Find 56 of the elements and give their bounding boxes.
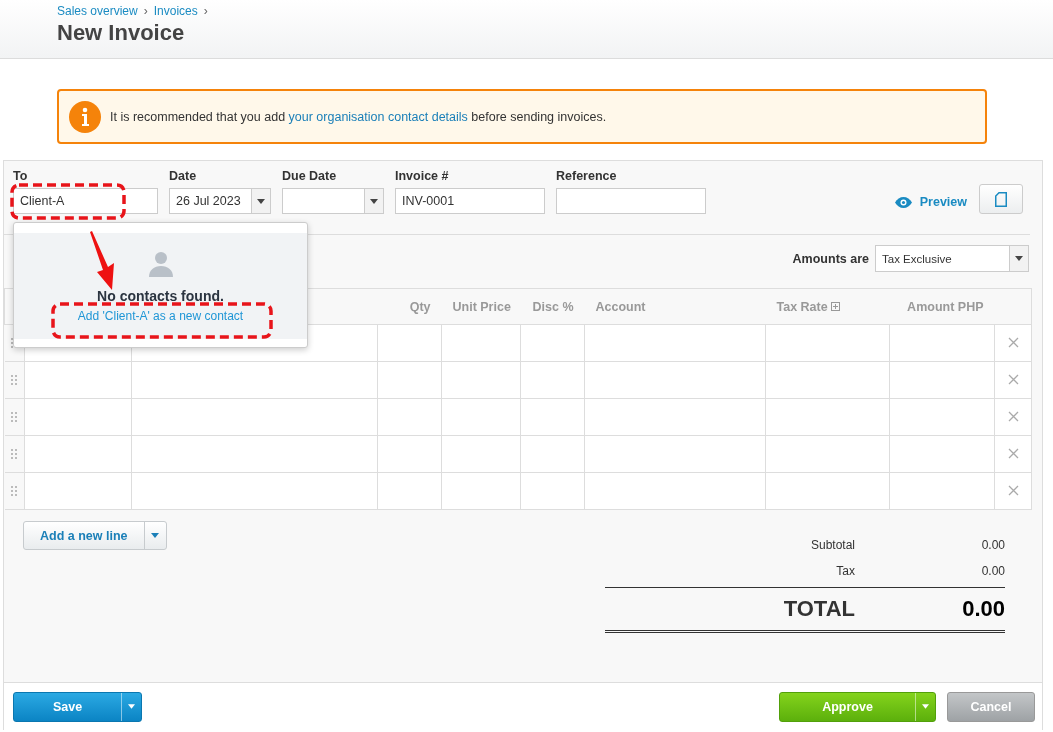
warning-message: It is recommended that you add your organisation contact details before sending invoices.	[110, 109, 607, 124]
close-icon[interactable]	[1007, 411, 1019, 422]
drag-handle-icon[interactable]	[11, 375, 18, 385]
column-header: Disc %	[532, 299, 574, 314]
breadcrumb-separator: ›	[143, 4, 148, 18]
total-value: 0.00	[981, 538, 1005, 552]
total-label: Subtotal	[809, 538, 855, 552]
total-label: TOTAL	[782, 596, 855, 622]
field-label: Date	[169, 169, 198, 183]
input-field[interactable]: INV-0001	[395, 188, 545, 214]
amounts-label: Amounts are	[792, 251, 869, 266]
eye-icon	[894, 196, 912, 208]
caret-icon	[128, 704, 135, 709]
caret-icon	[1015, 256, 1023, 261]
breadcrumb-link[interactable]: Invoices	[153, 4, 198, 18]
page-title: New Invoice	[57, 20, 186, 46]
field-label: Invoice #	[395, 169, 450, 183]
close-icon[interactable]	[1007, 448, 1019, 459]
total-label: Tax	[835, 564, 855, 578]
breadcrumb-separator: ›	[203, 4, 208, 18]
caret-icon	[370, 198, 378, 204]
close-icon[interactable]	[1007, 485, 1019, 496]
drag-handle-icon[interactable]	[11, 486, 18, 496]
close-icon[interactable]	[1007, 374, 1019, 385]
total-value: 0.00	[981, 564, 1005, 578]
person-icon	[147, 251, 174, 277]
amounts-dropdown[interactable]: Tax Exclusive	[875, 245, 1029, 272]
date-field[interactable]: 26 Jul 2023	[169, 188, 271, 214]
annotation-arrow	[88, 230, 116, 292]
column-header: Qty	[409, 299, 431, 314]
field-label: To	[13, 169, 29, 183]
caret-icon	[922, 704, 929, 709]
drag-handle-icon[interactable]	[11, 449, 18, 459]
breadcrumb-link[interactable]: Sales overview	[57, 4, 138, 18]
column-header: Account	[595, 299, 646, 314]
column-header: Tax Rate	[776, 299, 840, 314]
input-field[interactable]	[556, 188, 706, 214]
field-label: Reference	[556, 169, 618, 183]
document-icon	[995, 191, 1007, 207]
close-icon[interactable]	[1007, 337, 1019, 348]
preview-link[interactable]: Preview	[894, 195, 967, 209]
document-button[interactable]	[979, 184, 1023, 214]
expand-icon[interactable]	[830, 302, 840, 311]
date-field[interactable]	[282, 188, 384, 214]
field-label: Due Date	[282, 169, 338, 183]
drag-handle-icon[interactable]	[11, 412, 18, 422]
empty-message: No contacts found.	[97, 288, 224, 304]
info-icon	[69, 100, 101, 133]
cancel-button[interactable]: Cancel	[947, 691, 1035, 722]
caret-icon	[151, 533, 159, 538]
column-header: Unit Price	[452, 299, 511, 314]
column-header: Amount PHP	[907, 299, 984, 314]
caret-icon	[257, 198, 265, 204]
contact-details-link[interactable]: your organisation contact details	[288, 109, 468, 124]
input-field[interactable]: Client-A	[13, 188, 158, 214]
total-value: 0.00	[962, 596, 1005, 622]
